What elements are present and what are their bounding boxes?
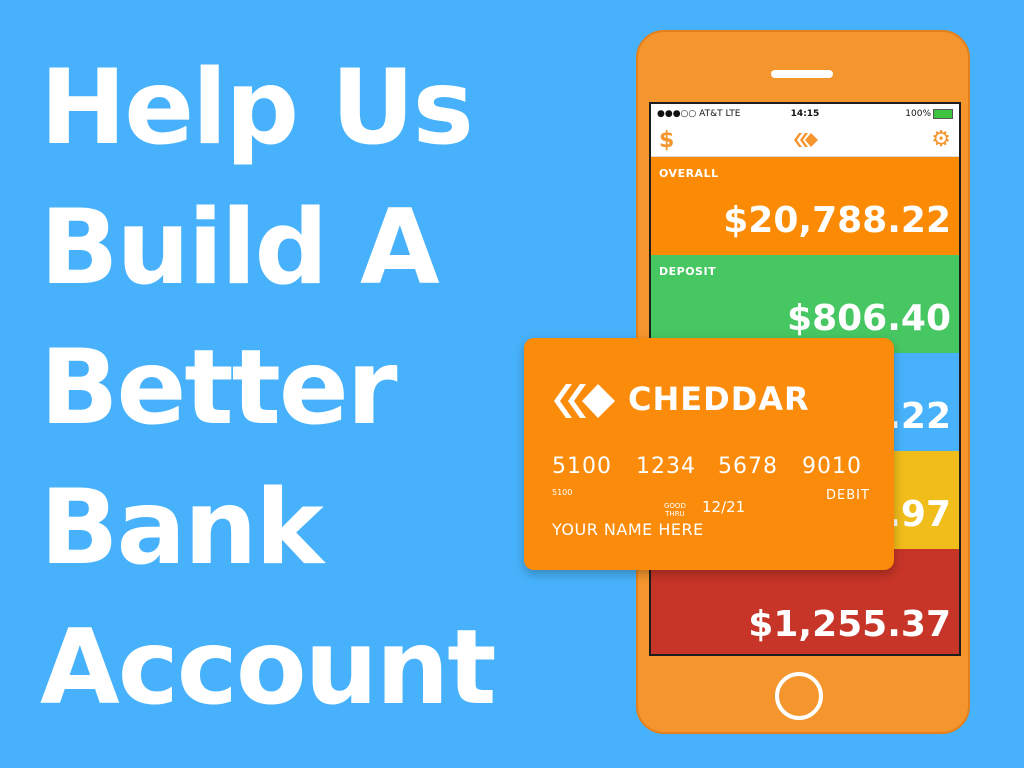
cheddar-logo-icon <box>793 132 819 152</box>
account-amount: .97 <box>887 494 951 535</box>
headline-line-5: Account <box>40 608 496 728</box>
battery-status: 100% <box>905 104 953 124</box>
account-amount: $20,788.22 <box>723 200 951 241</box>
headline-line-3: Better <box>40 328 398 448</box>
card-number-group: 5100 <box>552 454 612 479</box>
good-label: GOOD <box>664 502 686 510</box>
home-button[interactable] <box>775 672 823 720</box>
card-type: DEBIT <box>826 488 870 503</box>
gear-icon[interactable]: ⚙ <box>931 127 951 152</box>
headline-line-1: Help Us <box>40 48 474 168</box>
account-overall[interactable]: OVERALL $20,788.22 <box>651 157 959 255</box>
account-label: DEPOSIT <box>659 265 717 278</box>
account-amount: .22 <box>887 396 951 437</box>
card-small-number: 5100 <box>552 488 573 497</box>
thru-label: THRU <box>665 510 685 518</box>
account-amount: $1,255.37 <box>748 604 951 645</box>
battery-percent: 100% <box>905 109 931 119</box>
cardholder-name: YOUR NAME HERE <box>552 520 704 539</box>
phone-speaker <box>771 70 833 78</box>
headline-line-2: Build A <box>40 188 440 308</box>
card-number-group: 5678 <box>718 454 778 479</box>
account-label: OVERALL <box>659 167 719 180</box>
card-number-group: 9010 <box>802 454 862 479</box>
headline-line-4: Bank <box>40 468 324 588</box>
card-expiry: 12/21 <box>702 498 746 516</box>
debit-card: CHEDDAR 5100 1234 5678 9010 5100 DEBIT G… <box>524 338 894 570</box>
card-number-group: 1234 <box>636 454 696 479</box>
card-brand: CHEDDAR <box>628 380 810 418</box>
status-bar: ●●●○○ AT&T LTE 14:15 100% <box>651 104 959 124</box>
cheddar-logo-icon <box>552 382 618 424</box>
app-bar: $ ⚙ <box>651 124 959 157</box>
dollar-icon[interactable]: $ <box>659 128 674 153</box>
good-thru-label: GOOD THRU <box>664 502 686 518</box>
battery-icon <box>933 108 953 119</box>
headline: Help Us Build A Better Bank Account <box>40 38 600 738</box>
account-amount: $806.40 <box>787 298 951 339</box>
